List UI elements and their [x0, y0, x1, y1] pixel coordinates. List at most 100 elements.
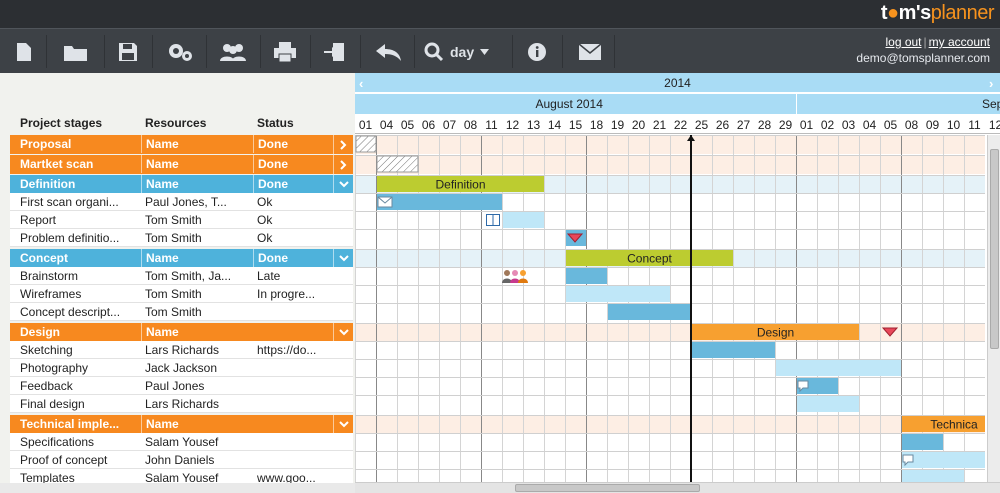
- row-resources[interactable]: Lars Richards: [145, 395, 250, 413]
- scroll-right-arrow-icon[interactable]: ›: [989, 76, 993, 91]
- group-row[interactable]: Proposal Name Done: [10, 135, 353, 154]
- task-row[interactable]: Final design Lars Richards: [10, 395, 353, 413]
- task-row[interactable]: Brainstorm Tom Smith, Ja... Late: [10, 267, 353, 285]
- task-row[interactable]: Proof of concept John Daniels: [10, 451, 353, 469]
- row-stage-name[interactable]: Brainstorm: [20, 267, 142, 285]
- row-stage-name[interactable]: Concept: [20, 249, 142, 267]
- row-status[interactable]: Done: [253, 135, 338, 153]
- save-button[interactable]: [112, 29, 144, 74]
- row-status[interactable]: www.goo...: [257, 469, 342, 483]
- group-row[interactable]: Definition Name Done: [10, 175, 353, 194]
- row-stage-name[interactable]: Proof of concept: [20, 451, 142, 469]
- row-resources[interactable]: Salam Yousef: [145, 469, 250, 483]
- row-stage-name[interactable]: First scan organi...: [20, 193, 142, 211]
- row-resources[interactable]: Name: [141, 175, 246, 193]
- row-stage-name[interactable]: Martket scan: [20, 155, 142, 173]
- team-button[interactable]: [214, 29, 252, 74]
- row-stage-name[interactable]: Specifications: [20, 433, 142, 451]
- row-stage-name[interactable]: Proposal: [20, 135, 142, 153]
- vertical-scroll-thumb[interactable]: [990, 149, 999, 349]
- task-row[interactable]: First scan organi... Paul Jones, T... Ok: [10, 193, 353, 211]
- task-row[interactable]: Report Tom Smith Ok: [10, 211, 353, 229]
- group-row[interactable]: Martket scan Name Done: [10, 155, 353, 174]
- row-resources[interactable]: Paul Jones: [145, 377, 250, 395]
- row-resources[interactable]: Name: [141, 415, 246, 433]
- task-row[interactable]: Photography Jack Jackson: [10, 359, 353, 377]
- row-status[interactable]: Late: [257, 267, 342, 285]
- row-resources[interactable]: Jack Jackson: [145, 359, 250, 377]
- task-row[interactable]: Feedback Paul Jones: [10, 377, 353, 395]
- row-resources[interactable]: John Daniels: [145, 451, 250, 469]
- group-row[interactable]: Technical imple... Name: [10, 415, 353, 434]
- row-stage-name[interactable]: Report: [20, 211, 142, 229]
- day-label: 21: [652, 118, 667, 132]
- row-resources[interactable]: Tom Smith: [145, 303, 250, 321]
- mail-icon[interactable]: [377, 196, 393, 208]
- row-status[interactable]: In progre...: [257, 285, 342, 303]
- task-row[interactable]: Templates Salam Yousef www.goo...: [10, 469, 353, 483]
- row-stage-name[interactable]: Problem definitio...: [20, 229, 142, 247]
- task-row[interactable]: Sketching Lars Richards https://do...: [10, 341, 353, 359]
- row-stage-name[interactable]: Concept descript...: [20, 303, 142, 321]
- collapse-chevron-icon[interactable]: [333, 323, 353, 342]
- row-resources[interactable]: Lars Richards: [145, 341, 250, 359]
- row-resources[interactable]: Name: [141, 323, 246, 341]
- task-row[interactable]: Specifications Salam Yousef: [10, 433, 353, 451]
- vertical-scrollbar[interactable]: [987, 135, 1000, 483]
- row-resources[interactable]: Tom Smith: [145, 285, 250, 303]
- row-stage-name[interactable]: Wireframes: [20, 285, 142, 303]
- top-bar: t●m'splanner: [0, 0, 1000, 28]
- row-status[interactable]: Done: [253, 155, 338, 173]
- undo-button[interactable]: [370, 29, 408, 74]
- open-folder-button[interactable]: [56, 29, 96, 74]
- collapse-chevron-icon[interactable]: [333, 415, 353, 434]
- collapse-chevron-icon[interactable]: [333, 175, 353, 194]
- horizontal-scrollbar[interactable]: [355, 482, 1000, 493]
- info-button[interactable]: [520, 29, 554, 74]
- task-row[interactable]: Concept descript... Tom Smith: [10, 303, 353, 321]
- collapse-chevron-icon[interactable]: [333, 249, 353, 268]
- day-label: 09: [925, 118, 940, 132]
- row-stage-name[interactable]: Technical imple...: [20, 415, 142, 433]
- row-status[interactable]: Ok: [257, 193, 342, 211]
- export-door-icon: [324, 42, 344, 61]
- group-row[interactable]: Design Name: [10, 323, 353, 342]
- my-account-link[interactable]: my account: [929, 35, 990, 49]
- book-icon[interactable]: [486, 214, 500, 226]
- row-stage-name[interactable]: Definition: [20, 175, 142, 193]
- row-resources[interactable]: Paul Jones, T...: [145, 193, 250, 211]
- row-resources[interactable]: Tom Smith: [145, 229, 250, 247]
- row-stage-name[interactable]: Final design: [20, 395, 142, 413]
- group-row[interactable]: Concept Name Done: [10, 249, 353, 268]
- row-stage-name[interactable]: Sketching: [20, 341, 142, 359]
- settings-button[interactable]: [162, 29, 198, 74]
- row-resources[interactable]: Name: [141, 155, 246, 173]
- row-resources[interactable]: Tom Smith: [145, 211, 250, 229]
- row-status[interactable]: Ok: [257, 211, 342, 229]
- task-row[interactable]: Problem definitio... Tom Smith Ok: [10, 229, 353, 247]
- zoom-day-dropdown[interactable]: day: [424, 29, 504, 74]
- row-resources[interactable]: Name: [141, 249, 246, 267]
- row-stage-name[interactable]: Templates: [20, 469, 142, 483]
- task-row[interactable]: Wireframes Tom Smith In progre...: [10, 285, 353, 303]
- row-status[interactable]: Ok: [257, 229, 342, 247]
- horizontal-scroll-thumb[interactable]: [515, 484, 700, 492]
- row-status[interactable]: https://do...: [257, 341, 342, 359]
- row-status[interactable]: Done: [253, 249, 338, 267]
- day-label: 02: [820, 118, 835, 132]
- row-status[interactable]: Done: [253, 175, 338, 193]
- export-button[interactable]: [318, 29, 352, 74]
- row-resources[interactable]: Name: [141, 135, 246, 153]
- email-button[interactable]: [572, 29, 608, 74]
- row-stage-name[interactable]: Photography: [20, 359, 142, 377]
- row-stage-name[interactable]: Design: [20, 323, 142, 341]
- expand-chevron-icon[interactable]: [333, 135, 353, 154]
- logout-link[interactable]: log out: [885, 35, 921, 49]
- row-resources[interactable]: Tom Smith, Ja...: [145, 267, 250, 285]
- expand-chevron-icon[interactable]: [333, 155, 353, 174]
- gantt-grid[interactable]: Definition Concept Design Technica: [355, 135, 985, 483]
- new-file-button[interactable]: [8, 29, 40, 74]
- row-resources[interactable]: Salam Yousef: [145, 433, 250, 451]
- row-stage-name[interactable]: Feedback: [20, 377, 142, 395]
- print-button[interactable]: [268, 29, 302, 74]
